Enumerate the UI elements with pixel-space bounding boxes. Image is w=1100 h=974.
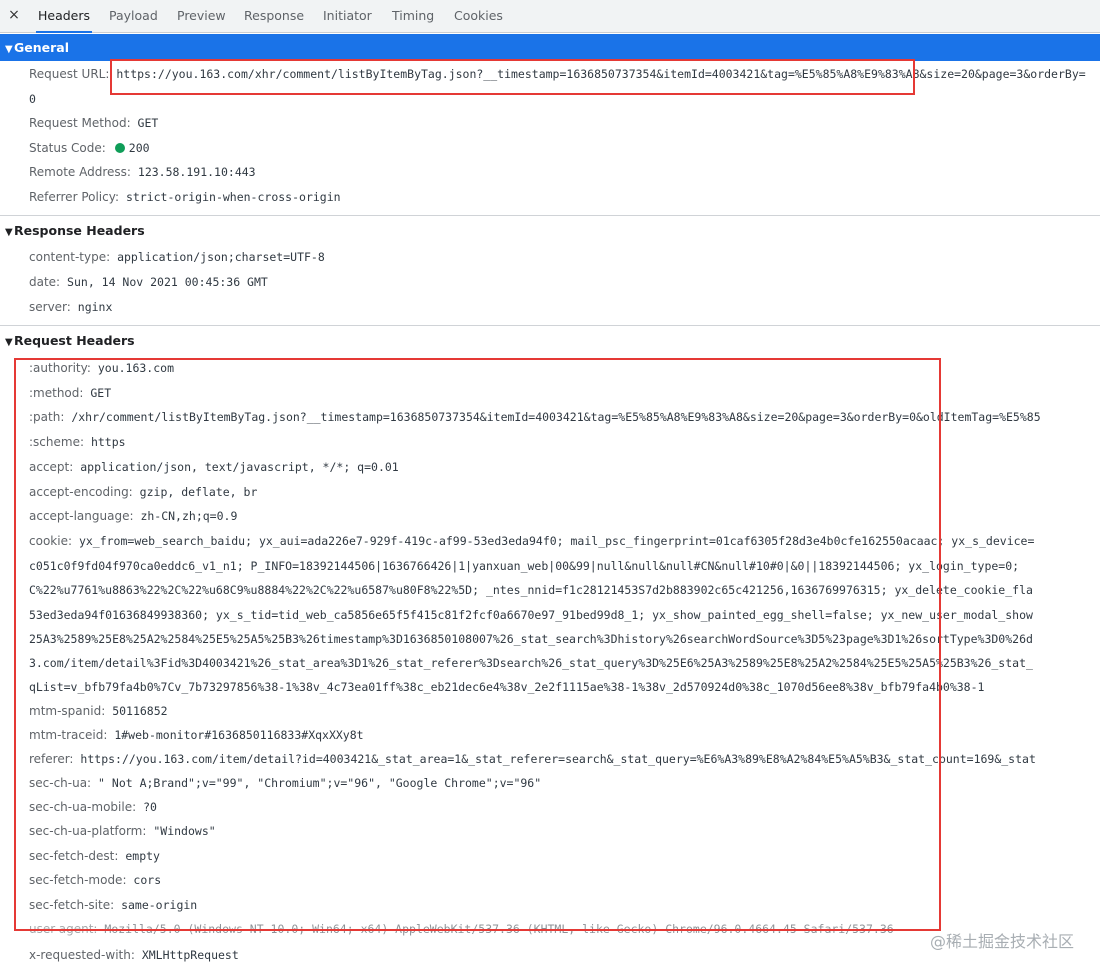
section-request-headers-header[interactable]: ▼Request Headers [0, 327, 1100, 354]
request-header-row: sec-ch-ua-platform: "Windows" [29, 824, 216, 838]
general-row-url-wrap: 0 [29, 92, 36, 106]
request-header-row: sec-fetch-mode: cors [29, 873, 162, 887]
tab-headers[interactable]: Headers [36, 0, 93, 33]
request-header-row: x-requested-with: XMLHttpRequest [29, 948, 239, 962]
general-row-referrer-policy: Referrer Policy: strict-origin-when-cros… [29, 190, 341, 204]
request-header-row: sec-fetch-site: same-origin [29, 898, 198, 912]
divider [0, 215, 1100, 216]
section-title: Request Headers [14, 333, 135, 348]
general-row-status: Status Code: 200 [29, 141, 150, 155]
request-header-row: mtm-traceid: 1#web-monitor#1636850116833… [29, 728, 364, 742]
expand-triangle-icon: ▼ [5, 227, 13, 238]
response-header-row: server: nginx [29, 300, 113, 314]
request-header-row: sec-ch-ua-mobile: ?0 [29, 800, 157, 814]
tab-cookies[interactable]: Cookies [452, 0, 505, 33]
request-header-row: accept-encoding: gzip, deflate, br [29, 485, 258, 499]
tab-preview[interactable]: Preview [175, 0, 228, 33]
devtools-tabbar: × Headers Payload Preview Response Initi… [0, 0, 1100, 33]
request-header-row: mtm-spanid: 50116852 [29, 704, 168, 718]
request-header-row-cookie-wrap: 53ed3eda94f01636849938360; yx_s_tid=tid_… [29, 608, 1033, 622]
request-header-row: :authority: you.163.com [29, 361, 175, 375]
request-header-row: sec-ch-ua: " Not A;Brand";v="99", "Chrom… [29, 776, 542, 790]
request-header-row: user-agent: Mozilla/5.0 (Windows NT 10.0… [29, 922, 894, 936]
section-title: General [14, 40, 69, 55]
request-header-row-cookie: cookie: yx_from=web_search_baidu; yx_aui… [29, 534, 1035, 548]
expand-triangle-icon: ▼ [5, 337, 13, 348]
response-header-row: date: Sun, 14 Nov 2021 00:45:36 GMT [29, 275, 268, 289]
tab-initiator[interactable]: Initiator [321, 0, 374, 33]
general-row-method: Request Method: GET [29, 116, 159, 130]
tab-payload[interactable]: Payload [107, 0, 160, 33]
request-header-row: accept-language: zh-CN,zh;q=0.9 [29, 509, 238, 523]
request-header-row-cookie-wrap: C%22%u7761%u8863%22%2C%22%u68C9%u8884%22… [29, 583, 1033, 597]
status-ok-icon [114, 143, 125, 153]
section-title: Response Headers [14, 223, 145, 238]
request-header-row-cookie-wrap: 3.com/item/detail%3Fid%3D4003421%26_stat… [29, 656, 1033, 670]
request-header-row: :method: GET [29, 386, 112, 400]
response-header-row: content-type: application/json;charset=U… [29, 250, 325, 264]
tab-response[interactable]: Response [242, 0, 306, 33]
expand-triangle-icon: ▼ [5, 44, 13, 55]
tab-timing[interactable]: Timing [390, 0, 436, 33]
request-header-row: sec-fetch-dest: empty [29, 849, 160, 863]
request-header-row-cookie-wrap: qList=v_bfb79fa4b0%7Cv_7b73297856%38-1%3… [29, 680, 985, 694]
request-header-row-cookie-wrap: 25A3%2589%25E8%25A2%2584%25E5%25A5%25B3%… [29, 632, 1033, 646]
request-header-row: referer: https://you.163.com/item/detail… [29, 752, 1036, 766]
section-response-headers-header[interactable]: ▼Response Headers [0, 217, 1100, 244]
general-row-remote-address: Remote Address: 123.58.191.10:443 [29, 165, 256, 179]
divider [0, 325, 1100, 326]
section-general-header[interactable]: ▼General [0, 34, 1100, 61]
close-icon[interactable]: × [6, 6, 22, 24]
request-header-row-cookie-wrap: c051c0f9fd04f970ca0eddc6_v1_n1; P_INFO=1… [29, 559, 1020, 573]
request-header-row: accept: application/json, text/javascrip… [29, 460, 399, 474]
watermark: @稀土掘金技术社区 [929, 932, 1074, 951]
request-header-row: :scheme: https [29, 435, 126, 449]
request-header-row: :path: /xhr/comment/listByItemByTag.json… [29, 410, 1041, 424]
general-row-request-url: Request URL: https://you.163.com/xhr/com… [29, 67, 1086, 81]
